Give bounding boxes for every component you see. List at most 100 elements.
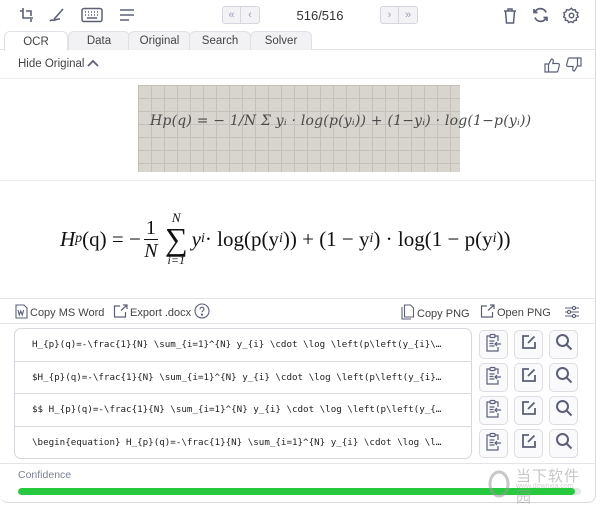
clipboard-paste-icon — [485, 432, 502, 456]
open-png-label: Open PNG — [497, 306, 551, 319]
pen-draw-icon[interactable] — [46, 5, 68, 25]
export-docx-button[interactable]: Export .docx — [113, 304, 191, 321]
export-actions: Copy MS Word Export .docx Copy PNG Open … — [0, 300, 596, 324]
search-icon — [555, 432, 573, 455]
last-page-button[interactable]: » — [399, 7, 417, 23]
search-button[interactable] — [549, 330, 578, 359]
search-icon — [555, 366, 573, 389]
formula-term3: )) + (1 − y — [282, 226, 370, 251]
tab-search[interactable]: Search — [189, 31, 251, 50]
hide-original-toggle[interactable]: Hide Original — [18, 58, 100, 70]
formula-term-y: y — [191, 226, 201, 251]
external-link-icon — [480, 304, 495, 321]
keyboard-icon[interactable] — [80, 5, 104, 25]
pager-forward-group: › » — [380, 6, 418, 24]
latex-result-row[interactable]: $H_{p}(q)=-\frac{1}{N} \sum_{i=1}^{N} y_… — [15, 362, 471, 394]
search-button[interactable] — [549, 396, 578, 425]
search-button[interactable] — [549, 429, 578, 458]
chevron-up-icon — [87, 58, 100, 70]
formula-lhs-sub: p — [75, 231, 83, 246]
clipboard-paste-icon — [485, 366, 502, 390]
sum-symbol: ∑ — [164, 221, 188, 257]
copy-ms-word-label: Copy MS Word — [30, 307, 105, 319]
next-page-button[interactable]: › — [381, 7, 399, 23]
tab-ocr[interactable]: OCR — [4, 31, 68, 51]
search-icon — [555, 333, 573, 356]
tab-solver[interactable]: Solver — [250, 31, 312, 50]
latex-results-list: H_{p}(q)=-\frac{1}{N} \sum_{i=1}^{N} y_{… — [14, 328, 472, 459]
edit-icon — [521, 334, 537, 355]
formula-summation: N ∑ i=1 — [165, 211, 188, 267]
formula-term2: · log(p(y — [204, 226, 279, 251]
copy-png-label: Copy PNG — [417, 307, 470, 320]
fraction-numerator: 1 — [143, 216, 158, 240]
result-action-row — [479, 427, 579, 460]
clipboard-paste-icon — [485, 399, 502, 423]
latex-result-row[interactable]: $$ H_{p}(q)=-\frac{1}{N} \sum_{i=1}^{N} … — [15, 394, 471, 427]
result-actions — [479, 328, 579, 460]
fraction-denominator: N — [144, 239, 158, 262]
formula-lhs-arg: (q) = − — [82, 226, 141, 251]
thumbs-up-icon[interactable] — [544, 57, 561, 78]
confidence-bar — [18, 488, 581, 495]
thumbs-down-icon[interactable] — [565, 57, 582, 78]
copy-icon — [401, 304, 415, 323]
sliders-settings-icon[interactable] — [564, 305, 580, 319]
snip-screen-icon[interactable] — [16, 5, 38, 25]
tab-original[interactable]: Original — [128, 31, 191, 50]
edit-button[interactable] — [514, 396, 543, 425]
tab-bar: OCR Data Original Search Solver — [0, 30, 596, 51]
toolbar: « ‹ 516/516 › » — [0, 0, 596, 30]
handwritten-formula: Hp(q) = − 1/N Σ yᵢ · log(p(yᵢ)) + (1−yᵢ)… — [150, 113, 532, 129]
edit-icon — [521, 367, 537, 388]
edit-icon — [521, 400, 537, 421]
formula-lhs: H — [60, 226, 76, 251]
trash-icon[interactable] — [499, 5, 521, 25]
copy-png-button[interactable]: Copy PNG — [401, 304, 470, 323]
hide-original-label: Hide Original — [18, 58, 85, 70]
result-action-row — [479, 394, 579, 427]
prev-page-button[interactable]: ‹ — [241, 7, 259, 23]
help-icon[interactable] — [194, 303, 210, 319]
latex-result-row[interactable]: \begin{equation} H_{p}(q)=-\frac{1}{N} \… — [15, 427, 471, 459]
sum-lower-limit: i=1 — [167, 253, 185, 267]
original-image-panel: Hp(q) = − 1/N Σ yᵢ · log(p(yᵢ)) + (1−yᵢ)… — [0, 79, 596, 181]
result-action-row — [479, 361, 579, 394]
search-icon — [555, 399, 573, 422]
external-link-icon — [113, 304, 128, 321]
paste-clipboard-button[interactable] — [479, 396, 508, 425]
edit-button[interactable] — [514, 429, 543, 458]
gear-icon[interactable] — [560, 5, 582, 25]
edit-icon — [521, 433, 537, 454]
edit-button[interactable] — [514, 330, 543, 359]
open-png-button[interactable]: Open PNG — [480, 304, 551, 321]
formula-term5: )) — [496, 226, 511, 251]
formula-term4: ) · log(1 − p(y — [373, 226, 493, 251]
page-counter: 516/516 — [296, 7, 344, 23]
feedback-buttons — [544, 57, 582, 78]
menu-lines-icon[interactable] — [116, 5, 138, 25]
rendered-formula-panel: Hp (q) = − 1 N N ∑ i=1 yi · log(p(y i)) + … — [0, 181, 596, 299]
copy-ms-word-button[interactable]: Copy MS Word — [15, 304, 104, 322]
pager-back-group: « ‹ — [222, 6, 260, 24]
handwritten-image: Hp(q) = − 1/N Σ yᵢ · log(p(yᵢ)) + (1−yᵢ)… — [138, 85, 531, 172]
export-docx-label: Export .docx — [130, 306, 192, 319]
refresh-icon[interactable] — [529, 5, 551, 25]
rendered-formula: Hp (q) = − 1 N N ∑ i=1 yi · log(p(y i)) + … — [60, 211, 510, 267]
search-button[interactable] — [549, 363, 578, 392]
formula-fraction: 1 N — [143, 216, 158, 262]
confidence-bar-fill — [18, 488, 576, 495]
confidence-panel: Confidence — [0, 463, 596, 503]
paste-clipboard-button[interactable] — [479, 363, 508, 392]
pager: « ‹ 516/516 › » — [222, 6, 418, 24]
confidence-label: Confidence — [18, 469, 72, 481]
paste-clipboard-button[interactable] — [479, 429, 508, 458]
clipboard-paste-icon — [485, 333, 502, 357]
latex-result-row[interactable]: H_{p}(q)=-\frac{1}{N} \sum_{i=1}^{N} y_{… — [15, 329, 471, 362]
app-window: « ‹ 516/516 › » OCR Data Original Search… — [0, 0, 596, 505]
tab-data[interactable]: Data — [68, 31, 130, 50]
result-action-row — [479, 328, 579, 361]
first-page-button[interactable]: « — [223, 7, 241, 23]
paste-clipboard-button[interactable] — [479, 330, 508, 359]
edit-button[interactable] — [514, 363, 543, 392]
